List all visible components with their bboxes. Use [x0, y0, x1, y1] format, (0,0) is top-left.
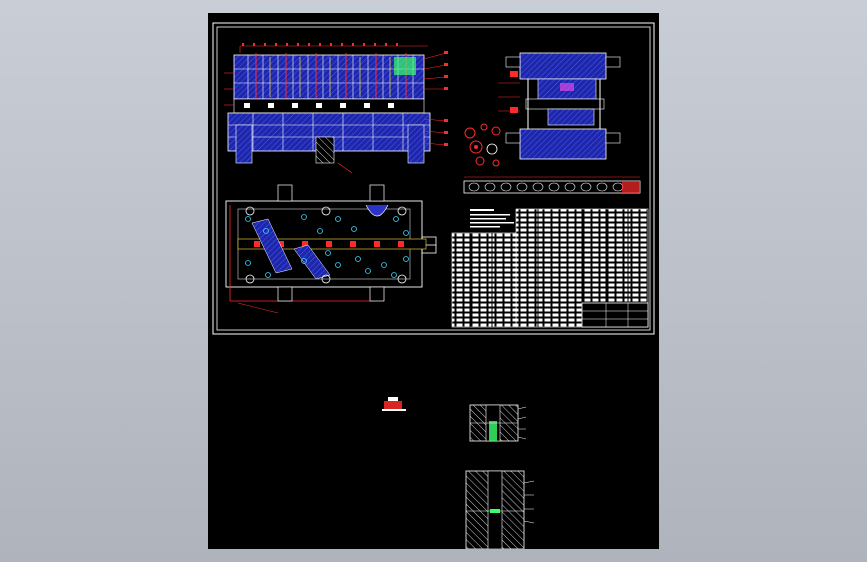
- drawing-sheet: [208, 13, 659, 549]
- side-section-view: [498, 52, 621, 160]
- lower-die-plan-view: [225, 184, 437, 314]
- small-part-detail: [382, 397, 406, 411]
- die-insert-detail: [465, 470, 535, 549]
- detail-views: [464, 123, 501, 167]
- cad-viewport[interactable]: [0, 0, 867, 562]
- drawing-canvas: [212, 22, 655, 549]
- strip-layout: [463, 176, 641, 194]
- technical-notes: [470, 209, 514, 228]
- front-section-view: [224, 43, 448, 174]
- punch-assembly-detail: [469, 404, 527, 442]
